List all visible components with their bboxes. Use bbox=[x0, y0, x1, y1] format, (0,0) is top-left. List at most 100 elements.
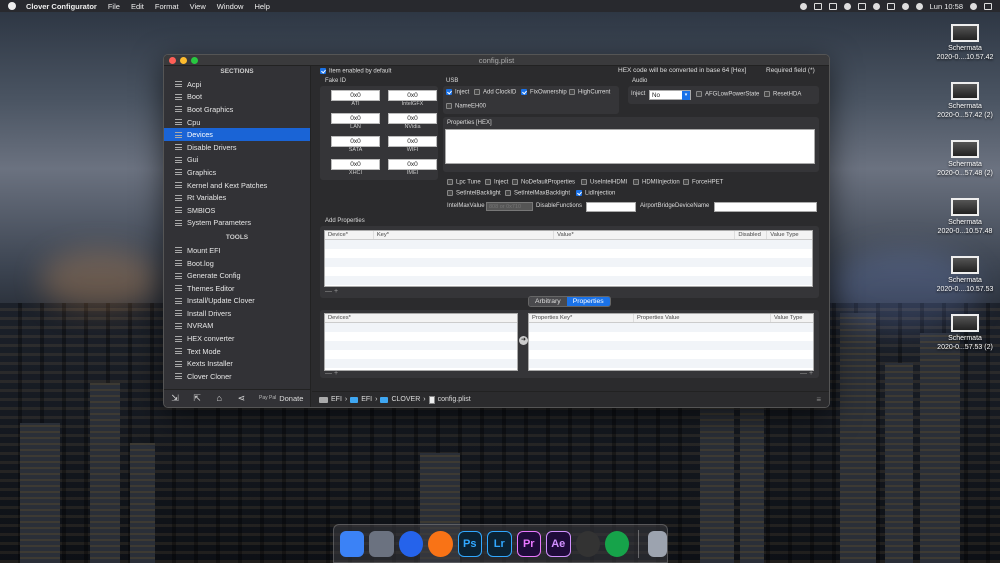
column-header[interactable]: Properties Key* bbox=[529, 314, 634, 322]
tab-properties[interactable]: Properties bbox=[566, 297, 610, 306]
tool-text-mode[interactable]: Text Mode bbox=[164, 345, 310, 358]
desktop-file-5[interactable]: Schermata 2020-0....10.57.53 bbox=[935, 256, 995, 294]
sidebar-item-rt-variables[interactable]: Rt Variables bbox=[164, 191, 310, 204]
disable-functions-input[interactable] bbox=[586, 202, 636, 212]
devices-remove-button[interactable]: — bbox=[325, 370, 332, 377]
devices-table[interactable]: Devices* bbox=[324, 313, 518, 371]
fake-id-sata-input[interactable]: 0x0 bbox=[331, 136, 380, 147]
tool-themes-editor[interactable]: Themes Editor bbox=[164, 282, 310, 295]
tab-arbitrary[interactable]: Arbitrary bbox=[529, 297, 567, 306]
devices-add-button[interactable]: + bbox=[334, 370, 338, 377]
properties-table[interactable]: Properties Key* Properties Value Value T… bbox=[528, 313, 814, 371]
fake-id-lan-input[interactable]: 0x0 bbox=[331, 113, 380, 124]
volume-icon[interactable] bbox=[886, 2, 895, 10]
donate-button[interactable]: Pay Pal Donate bbox=[259, 394, 303, 403]
column-header[interactable]: Value Type bbox=[771, 314, 813, 322]
tool-nvram[interactable]: NVRAM bbox=[164, 320, 310, 333]
desktop-file-3[interactable]: Schermata 2020-0...57.48 (2) bbox=[935, 140, 995, 178]
column-header[interactable]: Properties Value bbox=[634, 314, 771, 322]
sidebar-item-system-parameters[interactable]: System Parameters bbox=[164, 217, 310, 230]
fake-id-nvidia-input[interactable]: 0x0 bbox=[388, 113, 437, 124]
column-header[interactable]: Devices* bbox=[325, 314, 517, 322]
column-header[interactable]: Value Type bbox=[767, 231, 812, 239]
fake-id-imei-input[interactable]: 0x0 bbox=[388, 159, 437, 170]
force-hpet-checkbox[interactable]: ForceHPET bbox=[683, 179, 723, 186]
menu-file[interactable]: File bbox=[108, 2, 120, 11]
tool-install-update-clover[interactable]: Install/Update Clover bbox=[164, 295, 310, 308]
afg-low-power-checkbox[interactable]: AFGLowPowerState bbox=[696, 91, 759, 98]
desktop-file-6[interactable]: Schermata 2020-0...57.53 (2) bbox=[935, 314, 995, 352]
flag-icon[interactable] bbox=[901, 2, 909, 10]
sidebar-item-boot[interactable]: Boot bbox=[164, 91, 310, 104]
import-icon[interactable]: ⇲ bbox=[171, 394, 180, 403]
dock-lightroom-icon[interactable]: Lr bbox=[487, 530, 512, 557]
usb-fixownership-checkbox[interactable]: FixOwnership bbox=[521, 89, 567, 96]
airport-bridge-input[interactable] bbox=[714, 202, 817, 212]
fake-id-wifi-input[interactable]: 0x0 bbox=[388, 136, 437, 147]
dock-globe-icon[interactable] bbox=[604, 530, 630, 557]
desktop-file-4[interactable]: Schermata 2020-0...10.57.48 bbox=[935, 198, 995, 236]
menu-format[interactable]: Format bbox=[155, 2, 179, 11]
sidebar-item-cpu[interactable]: Cpu bbox=[164, 116, 310, 129]
menu-window[interactable]: Window bbox=[217, 2, 244, 11]
menu-help[interactable]: Help bbox=[254, 2, 269, 11]
path-item[interactable]: EFI bbox=[361, 396, 372, 403]
set-intel-max-backlight-checkbox[interactable]: SetIntelMaxBacklight bbox=[505, 190, 570, 197]
path-item[interactable]: CLOVER bbox=[391, 396, 420, 403]
reset-hda-checkbox[interactable]: ResetHDA bbox=[764, 91, 801, 98]
search-icon[interactable] bbox=[970, 2, 977, 10]
desktop-file-1[interactable]: Schermata 2020-0....10.57.42 bbox=[935, 24, 995, 62]
sync-icon[interactable] bbox=[915, 2, 923, 10]
fake-id-xhci-input[interactable]: 0x0 bbox=[331, 159, 380, 170]
arrow-right-icon[interactable]: ➜ bbox=[519, 336, 528, 345]
battery-icon[interactable] bbox=[813, 2, 822, 10]
column-header[interactable]: Device* bbox=[325, 231, 374, 239]
home-icon[interactable]: ⌂ bbox=[215, 394, 224, 403]
dock-finder-icon[interactable] bbox=[340, 530, 365, 557]
desktop-file-2[interactable]: Schermata 2020-0...57.42 (2) bbox=[935, 82, 995, 120]
tool-boot-log[interactable]: Boot.log bbox=[164, 257, 310, 270]
title-bar[interactable]: config.plist bbox=[164, 55, 829, 66]
dock-launchpad-icon[interactable] bbox=[369, 530, 394, 557]
menu-lines-icon[interactable]: ≡ bbox=[816, 395, 821, 404]
gpu-icon[interactable] bbox=[857, 2, 866, 10]
dock-photoshop-icon[interactable]: Ps bbox=[457, 530, 482, 557]
sidebar-item-smbios[interactable]: SMBIOS bbox=[164, 204, 310, 217]
menu-app-name[interactable]: Clover Configurator bbox=[26, 2, 97, 11]
lpc-tune-checkbox[interactable]: Lpc Tune bbox=[447, 179, 481, 186]
hdmi-injection-checkbox[interactable]: HDMIInjection bbox=[633, 179, 680, 186]
column-header[interactable]: Disabled bbox=[735, 231, 768, 239]
tool-generate-config[interactable]: Generate Config bbox=[164, 269, 310, 282]
share-icon[interactable]: ⋖ bbox=[237, 394, 246, 403]
no-default-properties-checkbox[interactable]: NoDefaultProperties bbox=[512, 179, 575, 186]
menu-view[interactable]: View bbox=[190, 2, 206, 11]
use-intel-hdmi-checkbox[interactable]: UseIntelHDMI bbox=[581, 179, 627, 186]
tool-install-drivers[interactable]: Install Drivers bbox=[164, 307, 310, 320]
column-header[interactable]: Key* bbox=[374, 231, 555, 239]
audio-inject-select[interactable]: No ▾ bbox=[649, 90, 691, 100]
set-intel-backlight-checkbox[interactable]: SetIntelBacklight bbox=[447, 190, 501, 197]
dock-firefox-icon[interactable] bbox=[428, 530, 453, 557]
usb-highcurrent-checkbox[interactable]: HighCurrent bbox=[569, 89, 610, 96]
sidebar-item-acpi[interactable]: Acpi bbox=[164, 78, 310, 91]
column-header[interactable]: Value* bbox=[554, 231, 736, 239]
fake-id-ati-input[interactable]: 0x0 bbox=[331, 90, 380, 101]
display-icon[interactable] bbox=[828, 2, 837, 10]
menubar-clock[interactable]: Lun 10:58 bbox=[930, 2, 963, 11]
status-icon[interactable] bbox=[799, 2, 807, 10]
add-properties-remove-button[interactable]: — bbox=[325, 288, 332, 295]
wifi-icon[interactable] bbox=[872, 2, 880, 10]
sidebar-item-kernel-patches[interactable]: Kernel and Kext Patches bbox=[164, 179, 310, 192]
sidebar-item-disable-drivers[interactable]: Disable Drivers bbox=[164, 141, 310, 154]
sidebar-item-boot-graphics[interactable]: Boot Graphics bbox=[164, 103, 310, 116]
intel-max-value-input[interactable] bbox=[486, 202, 533, 211]
dock-trash-icon[interactable] bbox=[648, 530, 667, 557]
inject-checkbox[interactable]: Inject bbox=[485, 179, 508, 186]
clock-status-icon[interactable] bbox=[843, 2, 851, 10]
sidebar-item-graphics[interactable]: Graphics bbox=[164, 166, 310, 179]
tool-hex-converter[interactable]: HEX converter bbox=[164, 332, 310, 345]
add-properties-table[interactable]: Device* Key* Value* Disabled Value Type bbox=[324, 230, 813, 287]
dock-safari-icon[interactable] bbox=[398, 530, 424, 557]
dock-after-effects-icon[interactable]: Ae bbox=[546, 530, 571, 557]
apple-icon[interactable] bbox=[8, 2, 16, 10]
